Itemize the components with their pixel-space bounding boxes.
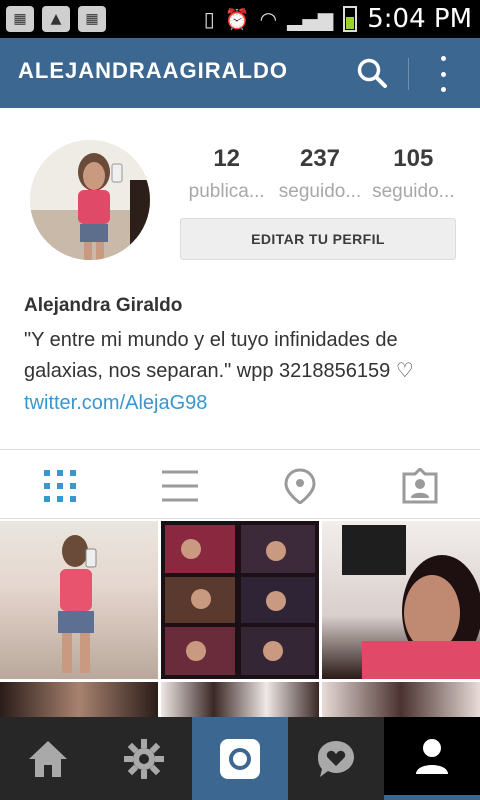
alarm-icon: ⏰	[224, 7, 250, 31]
tab-tagged[interactable]	[402, 466, 438, 504]
stat-followers-count: 237	[299, 145, 341, 172]
battery-icon	[343, 6, 358, 32]
stat-following[interactable]: 105 seguido...	[367, 145, 460, 203]
divider	[0, 449, 480, 450]
nav-activity[interactable]	[288, 717, 384, 800]
profile-link[interactable]: twitter.com/AlejaG98	[24, 392, 207, 415]
grid-photo[interactable]	[161, 521, 319, 679]
edit-profile-button[interactable]: EDITAR TU PERFIL	[180, 218, 456, 260]
stat-followers-label: seguido...	[278, 181, 362, 202]
status-time: 5:04 PM	[367, 4, 472, 34]
profile-stats: 12 publica... 237 seguido... 105 seguido…	[180, 145, 460, 203]
profile-full-name: Alejandra Giraldo	[24, 295, 183, 316]
nav-profile[interactable]	[384, 717, 480, 800]
stat-following-label: seguido...	[372, 181, 455, 202]
profile-icon	[416, 739, 448, 774]
status-bar: ▦ ▲ ▦ ▯ ⏰ ◠ ▂▄▆ 5:04 PM	[0, 0, 480, 38]
bbm-notification-icon: ▦	[6, 6, 34, 32]
tab-list[interactable]	[162, 468, 198, 504]
grid-photo[interactable]	[161, 682, 319, 722]
more-vert-icon	[440, 56, 446, 61]
app-bar: ALEJANDRAAGIRALDO	[0, 38, 480, 108]
grid-photo[interactable]	[322, 682, 480, 722]
search-button[interactable]	[355, 56, 389, 90]
stat-followers[interactable]: 237 seguido...	[273, 145, 366, 203]
signal-icon: ▂▄▆	[287, 7, 334, 31]
bottom-nav	[0, 717, 480, 800]
tagged-photos-icon	[402, 466, 438, 504]
appbar-divider	[408, 58, 409, 90]
activity-heart-icon	[318, 740, 354, 777]
list-icon	[162, 470, 198, 502]
stat-posts[interactable]: 12 publica...	[180, 145, 273, 203]
stat-posts-count: 12	[213, 145, 241, 172]
home-icon	[29, 740, 67, 777]
photo-grid	[0, 519, 480, 722]
nav-camera[interactable]	[192, 717, 288, 800]
explore-icon	[124, 738, 164, 779]
stat-following-count: 105	[393, 145, 434, 172]
grid-photo[interactable]	[0, 521, 158, 679]
avatar[interactable]	[30, 140, 150, 260]
grid-icon	[44, 470, 76, 502]
more-options-button[interactable]	[430, 56, 456, 92]
nav-home[interactable]	[0, 717, 96, 800]
tab-location[interactable]	[282, 468, 318, 505]
profile-bio: "Y entre mi mundo y el tuyo infinidades …	[24, 329, 414, 382]
nav-explore[interactable]	[96, 717, 192, 800]
tab-grid[interactable]	[42, 468, 78, 504]
gallery-icon: ▲	[42, 6, 70, 32]
wifi-icon: ◠	[259, 7, 278, 31]
camera-icon	[220, 738, 260, 779]
page-title: ALEJANDRAAGIRALDO	[18, 58, 288, 83]
vibrate-icon: ▯	[203, 7, 215, 31]
view-tabs	[0, 452, 480, 518]
grid-photo[interactable]	[322, 521, 480, 679]
location-pin-icon	[284, 468, 316, 505]
search-icon	[357, 58, 387, 88]
bbm-icon: ▦	[78, 6, 106, 32]
stat-posts-label: publica...	[188, 181, 265, 202]
grid-photo[interactable]	[0, 682, 158, 722]
